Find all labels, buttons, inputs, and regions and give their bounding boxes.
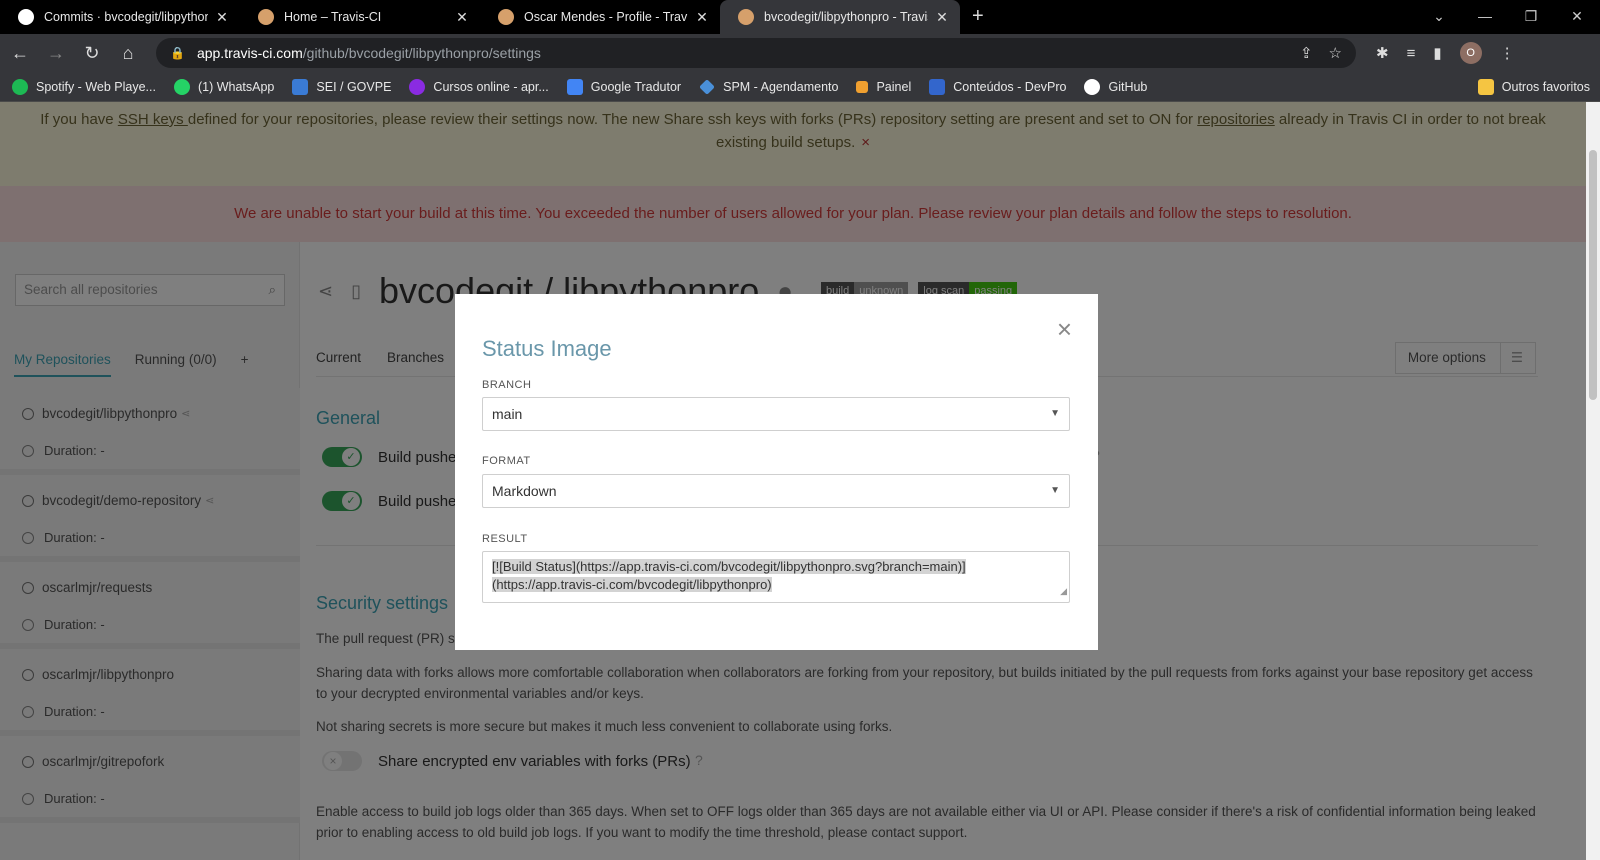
- github-favicon-icon: [18, 9, 34, 25]
- reload-icon[interactable]: ↻: [76, 43, 108, 64]
- bookmark-label: Google Tradutor: [590, 79, 682, 94]
- bookmark-label: Painel: [876, 79, 912, 94]
- address-bar[interactable]: 🔒 app.travis-ci.com /github/bvcodegit/li…: [156, 38, 1356, 68]
- spotify-icon: [12, 78, 28, 95]
- bookmark-label: SEI / GOVPE: [316, 79, 392, 94]
- folder-icon: [1477, 78, 1494, 95]
- udemy-icon: [409, 78, 426, 95]
- bookmark-label: GitHub: [1108, 79, 1148, 94]
- chevron-down-icon: ▼: [1050, 408, 1060, 419]
- bookmark-devpro[interactable]: Conteúdos - DevPro: [929, 78, 1067, 95]
- close-icon[interactable]: ×: [1057, 316, 1072, 342]
- whatsapp-icon: [173, 78, 190, 95]
- modal-title: Status Image: [482, 336, 612, 361]
- sei-icon: [292, 78, 309, 95]
- bookmark-cursos[interactable]: Cursos online - apr...: [409, 78, 549, 95]
- tab-title: Home – Travis-CI: [284, 10, 382, 24]
- format-select[interactable]: Markdown ▼: [482, 474, 1070, 508]
- scrollbar-thumb[interactable]: [1589, 150, 1597, 400]
- github-icon: [1084, 78, 1101, 95]
- bookmark-label: Cursos online - apr...: [433, 79, 549, 94]
- tab-close-icon[interactable]: ✕: [934, 9, 950, 26]
- minimize-icon[interactable]: —: [1462, 0, 1508, 34]
- bookmark-label: Spotify - Web Playe...: [36, 79, 156, 94]
- google-translate-icon: [566, 78, 583, 95]
- tab-search-icon[interactable]: ⌄: [1416, 0, 1462, 34]
- result-textarea[interactable]: [![Build Status](https://app.travis-ci.c…: [482, 551, 1070, 603]
- lock-icon[interactable]: 🔒: [170, 46, 185, 60]
- travis-favicon-icon: [738, 9, 754, 25]
- tab-title: bvcodegit/libpythonpro - Travis CI: [764, 10, 928, 24]
- branch-select[interactable]: main ▼: [482, 397, 1070, 431]
- devpro-icon: [929, 78, 946, 95]
- extensions-icon[interactable]: ✱: [1376, 44, 1389, 62]
- other-bookmarks[interactable]: Outros favoritos: [1477, 78, 1590, 95]
- window-controls: ⌄ — ❐ ✕: [1416, 0, 1600, 34]
- menu-icon[interactable]: ⋮: [1500, 44, 1515, 62]
- tab-close-icon[interactable]: ✕: [214, 9, 230, 26]
- format-label: FORMAT: [482, 455, 531, 467]
- media-icon[interactable]: ≡: [1407, 45, 1416, 62]
- bookmarks-bar: Spotify - Web Playe... (1) WhatsApp SEI …: [0, 72, 1600, 102]
- browser-tabstrip: Commits · bvcodegit/libpythonpro ✕ Home …: [0, 0, 1600, 34]
- browser-toolbar: ← → ↻ ⌂ 🔒 app.travis-ci.com /github/bvco…: [0, 34, 1600, 72]
- new-tab-button[interactable]: +: [960, 0, 996, 34]
- bookmark-spotify[interactable]: Spotify - Web Playe...: [12, 78, 156, 95]
- home-icon[interactable]: ⌂: [112, 43, 144, 64]
- browser-tab-commits[interactable]: Commits · bvcodegit/libpythonpro ✕: [0, 0, 240, 34]
- bookmark-tradutor[interactable]: Google Tradutor: [566, 78, 682, 95]
- bookmark-github[interactable]: GitHub: [1084, 78, 1148, 95]
- tab-title: Oscar Mendes - Profile - Travis CI: [524, 10, 688, 24]
- side-panel-icon[interactable]: ▮: [1433, 44, 1441, 62]
- page-scrollbar[interactable]: [1586, 102, 1600, 860]
- painel-icon: [856, 80, 869, 93]
- bookmark-spm[interactable]: SPM - Agendamento: [699, 78, 839, 95]
- bookmark-label: SPM - Agendamento: [723, 79, 839, 94]
- page-content: If you have SSH keys defined for your re…: [0, 102, 1586, 860]
- restore-icon[interactable]: ❐: [1508, 0, 1554, 34]
- result-label: RESULT: [482, 533, 528, 545]
- bookmark-label: Outros favoritos: [1501, 79, 1590, 94]
- tab-close-icon[interactable]: ✕: [694, 9, 710, 26]
- browser-tab-home[interactable]: Home – Travis-CI ✕: [240, 0, 480, 34]
- url-path: /github/bvcodegit/libpythonpro/settings: [302, 45, 541, 61]
- forward-icon[interactable]: →: [40, 43, 72, 64]
- bookmark-label: (1) WhatsApp: [197, 79, 275, 94]
- format-value: Markdown: [492, 483, 557, 499]
- url-host: app.travis-ci.com: [196, 45, 303, 61]
- bookmark-star-icon[interactable]: ☆: [1329, 44, 1342, 62]
- tab-title: Commits · bvcodegit/libpythonpro: [44, 10, 208, 24]
- bookmark-sei[interactable]: SEI / GOVPE: [292, 78, 392, 95]
- travis-favicon-icon: [258, 9, 274, 25]
- share-icon[interactable]: ⇪: [1300, 44, 1313, 62]
- tab-close-icon[interactable]: ✕: [454, 9, 470, 26]
- back-icon[interactable]: ←: [4, 43, 36, 64]
- branch-label: BRANCH: [482, 379, 532, 391]
- travis-favicon-icon: [498, 9, 514, 25]
- profile-avatar[interactable]: O: [1459, 42, 1482, 64]
- browser-tab-settings[interactable]: bvcodegit/libpythonpro - Travis CI ✕: [720, 0, 960, 34]
- spm-icon: [699, 78, 716, 95]
- status-image-modal: × Status Image BRANCH main ▼ FORMAT Mark…: [455, 294, 1098, 650]
- bookmark-whatsapp[interactable]: (1) WhatsApp: [173, 78, 275, 95]
- window-close-icon[interactable]: ✕: [1554, 0, 1600, 34]
- bookmark-label: Conteúdos - DevPro: [953, 79, 1067, 94]
- browser-tab-profile[interactable]: Oscar Mendes - Profile - Travis CI ✕: [480, 0, 720, 34]
- branch-value: main: [492, 406, 523, 422]
- bookmark-painel[interactable]: Painel: [856, 80, 911, 94]
- result-line: [![Build Status](https://app.travis-ci.c…: [492, 559, 966, 574]
- chevron-down-icon: ▼: [1050, 485, 1060, 496]
- result-line: (https://app.travis-ci.com/bvcodegit/lib…: [492, 577, 772, 592]
- resize-handle-icon[interactable]: ◢: [1060, 582, 1067, 600]
